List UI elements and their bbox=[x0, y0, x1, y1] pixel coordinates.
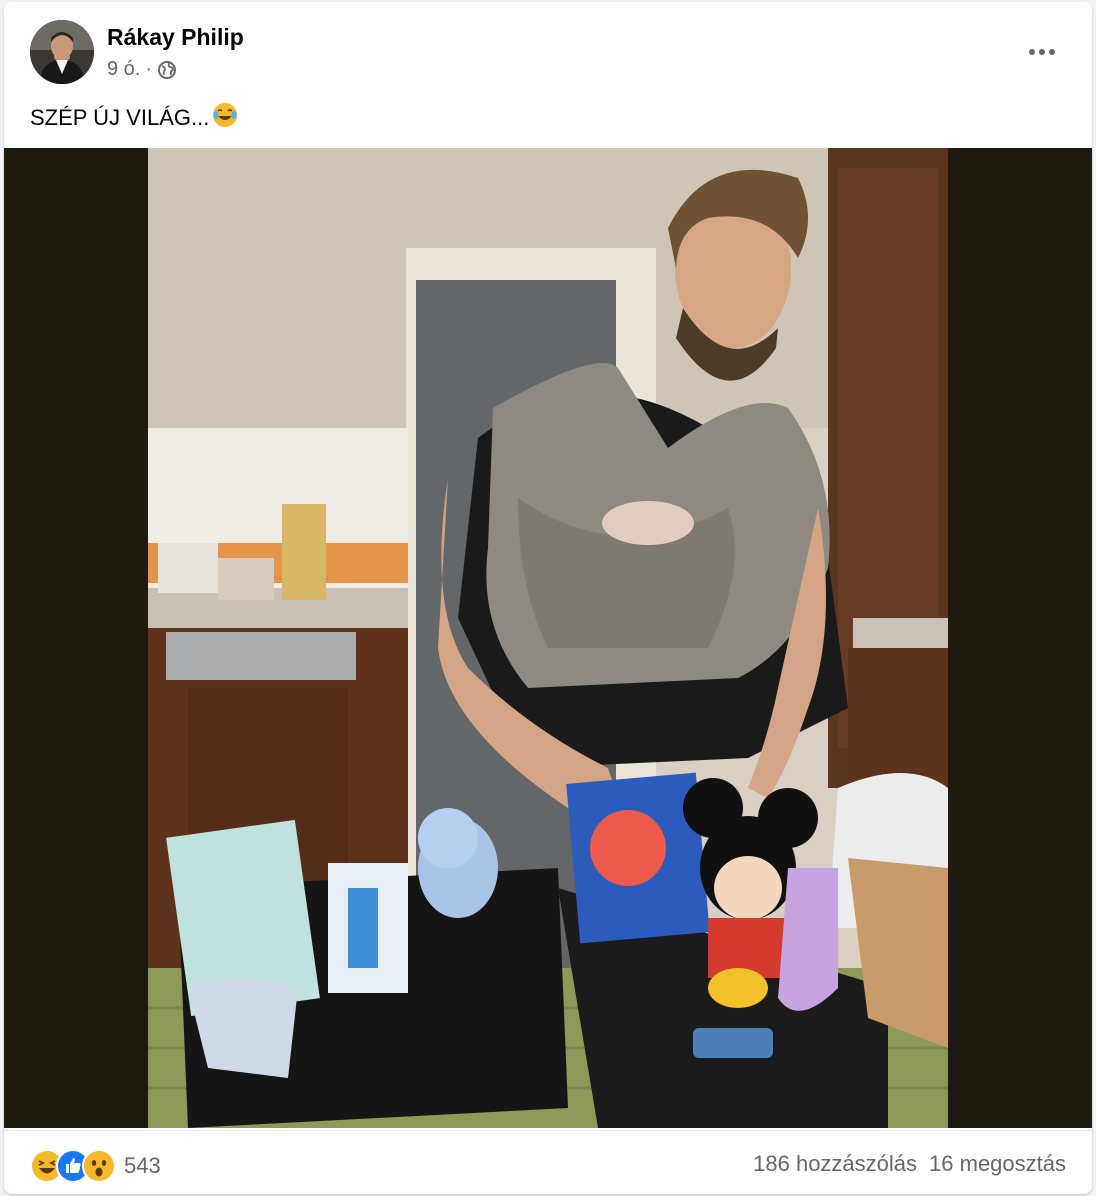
post-time[interactable]: 9 ó. bbox=[107, 58, 140, 81]
post-text-content: SZÉP ÚJ VILÁG... bbox=[30, 105, 210, 130]
post-footer: 543 186 hozzászólás 16 megosztás bbox=[4, 1130, 1092, 1194]
post-header: Rákay Philip 9 ó. · bbox=[4, 2, 1092, 92]
author-name[interactable]: Rákay Philip bbox=[107, 24, 244, 51]
post-media bbox=[4, 148, 1092, 1128]
shares-count-link[interactable]: 16 megosztás bbox=[929, 1151, 1066, 1177]
dot-icon bbox=[1049, 49, 1055, 55]
reaction-count: 543 bbox=[124, 1153, 161, 1178]
post-photo[interactable] bbox=[148, 148, 948, 1128]
dot-icon bbox=[1029, 49, 1035, 55]
reactions-summary[interactable]: 543 bbox=[30, 1149, 161, 1183]
meta-separator: · bbox=[145, 58, 153, 80]
author-avatar[interactable] bbox=[30, 20, 94, 84]
comments-count-link[interactable]: 186 hozzászólás bbox=[753, 1151, 917, 1177]
globe-icon[interactable] bbox=[157, 60, 177, 80]
wow-icon bbox=[82, 1149, 116, 1183]
post-text: SZÉP ÚJ VILÁG... bbox=[30, 102, 238, 134]
post-meta: 9 ó. · bbox=[107, 58, 177, 81]
more-options-button[interactable] bbox=[1022, 38, 1062, 66]
dot-icon bbox=[1039, 49, 1045, 55]
post-stats: 186 hozzászólás 16 megosztás bbox=[753, 1151, 1066, 1177]
post-card: Rákay Philip 9 ó. · SZÉP ÚJ VILÁG... 543… bbox=[4, 2, 1092, 1194]
crying-laughing-emoji-icon bbox=[212, 102, 238, 134]
